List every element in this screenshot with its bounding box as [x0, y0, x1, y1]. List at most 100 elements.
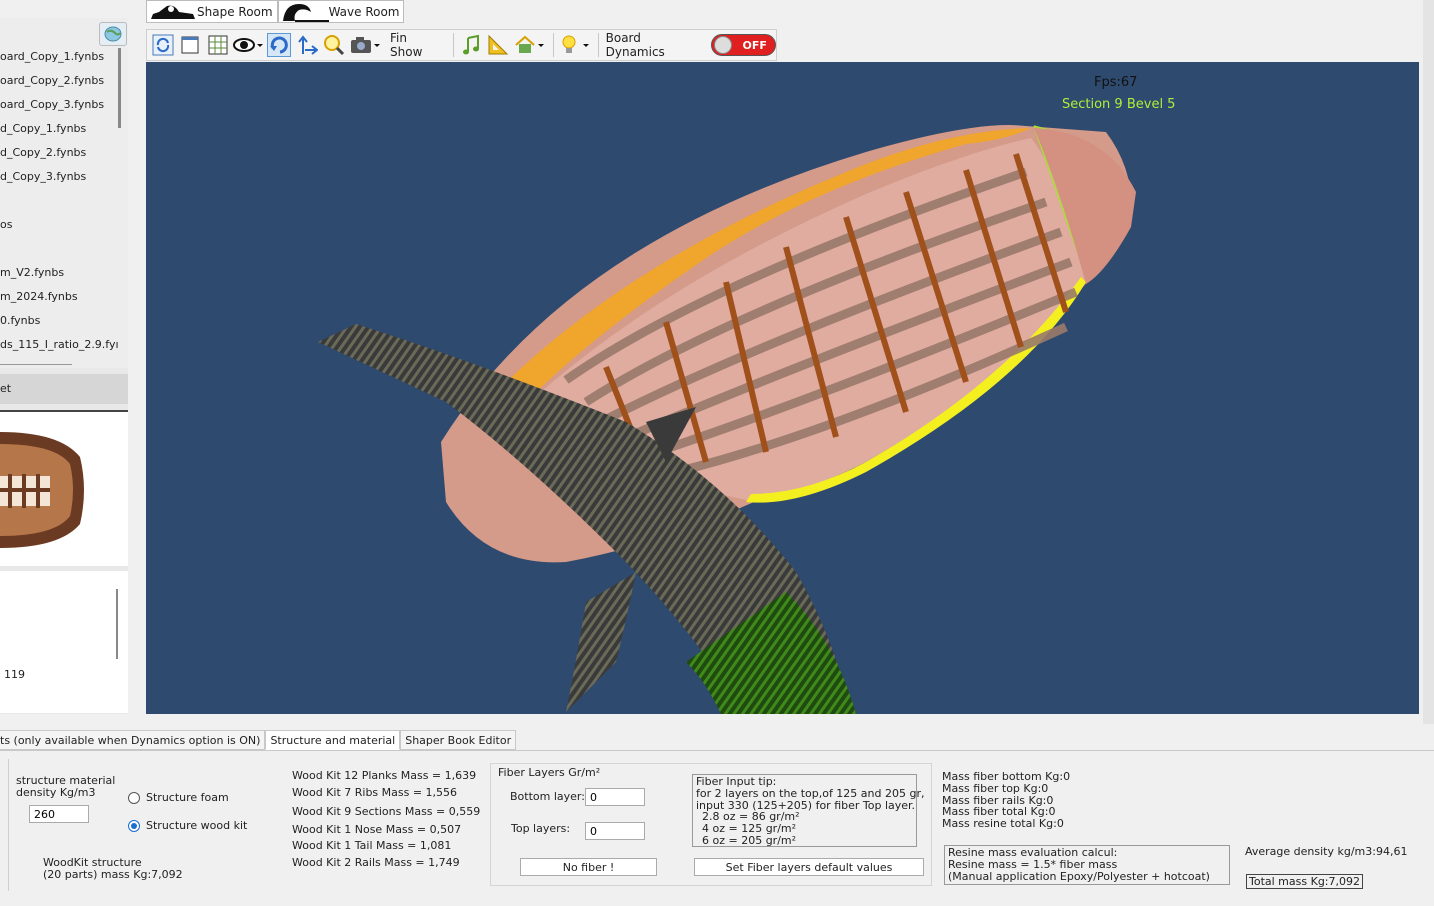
file-list-scrollbar[interactable] — [118, 48, 121, 128]
rotate-icon — [270, 36, 289, 54]
frame-icon — [181, 36, 199, 54]
music-note-icon — [462, 34, 479, 55]
wood-kit-rails: Wood Kit 2 Rails Mass = 1,749 — [292, 856, 460, 869]
structure-wood-label[interactable]: Structure wood kit — [146, 819, 247, 832]
section-bevel-label: Section 9 Bevel 5 — [1062, 97, 1176, 112]
density-label-unit: density Kg/m3 — [16, 786, 96, 799]
set-square-icon — [488, 34, 509, 55]
tab-dynamics-results[interactable]: ts (only available when Dynamics option … — [0, 730, 266, 750]
mass-summary: Mass fiber bottom Kg:0 Mass fiber top Kg… — [942, 771, 1070, 830]
bottom-layer-label: Bottom layer: — [510, 790, 585, 803]
grid-icon — [208, 35, 228, 55]
file-browser-panel: oard_Copy_1.fynbs oard_Copy_2.fynbs oard… — [0, 18, 128, 714]
resine-calc-box: Resine mass evaluation calcul: Resine ma… — [944, 845, 1230, 885]
structure-foam-radio[interactable] — [128, 792, 140, 804]
right-panel-edge — [1423, 0, 1434, 724]
planer-icon — [151, 5, 195, 19]
board-3d-render — [318, 125, 1136, 714]
tip-line: for 2 layers on the top,of 125 and 205 g… — [696, 786, 925, 800]
file-item[interactable]: m_V2.fynbs — [0, 266, 64, 279]
file-item[interactable]: d_Copy_1.fynbs — [0, 122, 86, 135]
wood-kit-sections: Wood Kit 9 Sections Mass = 0,559 — [292, 805, 481, 818]
file-list: oard_Copy_1.fynbs oard_Copy_2.fynbs oard… — [0, 18, 128, 368]
file-item[interactable]: oard_Copy_3.fynbs — [0, 98, 104, 111]
bottom-tabs: ts (only available when Dynamics option … — [0, 730, 517, 750]
bottom-layer-input[interactable] — [585, 788, 645, 806]
globe-button[interactable] — [99, 22, 127, 46]
fps-counter: Fps:67 — [1094, 75, 1138, 90]
toolbar-separator — [597, 33, 599, 57]
preview-section-header[interactable]: et — [0, 374, 128, 404]
grid-button[interactable] — [206, 33, 229, 57]
globe-icon — [104, 26, 122, 42]
resine-line: (Manual application Epoxy/Polyester + ho… — [948, 869, 1210, 883]
file-item[interactable]: m_2024.fynbs — [0, 290, 78, 303]
board-dynamics-label: Board Dynamics — [605, 31, 665, 59]
tab-wave-room[interactable]: Wave Room — [277, 0, 405, 23]
wood-kit-planks: Wood Kit 12 Planks Mass = 1,639 — [292, 769, 477, 782]
view-dropdown[interactable] — [233, 33, 264, 57]
toggle-state-label: OFF — [742, 39, 767, 52]
average-density: Average density kg/m3:94,61 — [1245, 845, 1408, 858]
wood-kit-nose: Wood Kit 1 Nose Mass = 0,507 — [292, 823, 462, 836]
file-item[interactable]: oard_Copy_2.fynbs — [0, 74, 104, 87]
measure-button[interactable] — [486, 33, 509, 57]
structure-material-panel: structure material density Kg/m3 Structu… — [0, 750, 1434, 906]
file-item[interactable]: ds_115_I_ratio_2.9.fyı — [0, 338, 119, 351]
refresh-icon — [152, 34, 174, 56]
tab-wave-room-label: Wave Room — [328, 4, 400, 19]
fiber-layers-title: Fiber Layers Gr/m² — [498, 766, 601, 779]
camera-dropdown[interactable] — [350, 33, 381, 57]
info-value: 119 — [4, 668, 25, 681]
board-dynamics-toggle[interactable]: OFF — [711, 34, 776, 56]
light-dropdown[interactable] — [559, 33, 589, 57]
eye-icon — [233, 38, 264, 52]
wave-icon — [282, 3, 329, 22]
3d-viewport[interactable]: Fps:67 Section 9 Bevel 5 — [146, 62, 1419, 714]
file-item[interactable]: d_Copy_3.fynbs — [0, 170, 86, 183]
preview-section-label: et — [0, 382, 12, 395]
top-layers-input[interactable] — [585, 822, 645, 840]
no-fiber-button[interactable]: No fiber ! — [520, 858, 657, 876]
tab-shape-room-label: Shape Room — [197, 4, 273, 19]
tab-shape-room[interactable]: Shape Room — [146, 0, 278, 23]
structure-foam-label[interactable]: Structure foam — [146, 791, 229, 804]
home-dropdown[interactable] — [514, 33, 544, 57]
file-item[interactable]: oard_Copy_1.fynbs — [0, 50, 104, 63]
zoom-icon — [324, 35, 345, 56]
list-divider — [0, 364, 72, 365]
divider — [8, 759, 9, 891]
set-fiber-defaults-button[interactable]: Set Fiber layers default values — [694, 858, 924, 876]
mass-line: Mass resine total Kg:0 — [942, 817, 1064, 831]
camera-icon — [351, 37, 381, 53]
frame-button[interactable] — [178, 33, 201, 57]
top-layers-label: Top layers: — [511, 822, 571, 835]
file-item[interactable]: 0.fynbs — [0, 314, 40, 327]
woodkit-mass-label: (20 parts) mass Kg:7,092 — [43, 868, 183, 881]
zoom-button[interactable] — [323, 33, 346, 57]
music-button[interactable] — [459, 33, 482, 57]
wood-kit-ribs: Wood Kit 7 Ribs Mass = 1,556 — [292, 786, 458, 799]
move-button[interactable] — [295, 33, 318, 57]
viewport-toolbar: Fin Show Board Dynamics OFF — [146, 29, 777, 61]
room-tabs: Shape Room Wave Room — [146, 0, 405, 23]
board-preview-thumbnail — [0, 410, 128, 566]
board-info-box: 119 — [0, 571, 128, 713]
fin-show-label[interactable]: Fin Show — [390, 31, 442, 59]
density-input[interactable] — [29, 805, 89, 823]
resine-line: Resine mass = 1.5* fiber mass — [948, 857, 1118, 871]
file-item[interactable]: d_Copy_2.fynbs — [0, 146, 86, 159]
tip-line: 6 oz = 205 gr/m² — [702, 833, 797, 847]
wood-kit-tail: Wood Kit 1 Tail Mass = 1,081 — [292, 839, 452, 852]
refresh-button[interactable] — [151, 33, 174, 57]
info-scrollbar[interactable] — [116, 589, 118, 659]
tab-shaper-book-editor[interactable]: Shaper Book Editor — [400, 730, 517, 750]
structure-wood-radio[interactable] — [128, 820, 140, 832]
fiber-input-tip: Fiber Input tip: for 2 layers on the top… — [692, 774, 925, 847]
home-icon — [515, 35, 544, 53]
toolbar-separator — [452, 33, 454, 57]
tab-structure-material[interactable]: Structure and material — [265, 730, 401, 750]
file-item[interactable]: os — [0, 218, 12, 231]
total-mass: Total mass Kg:7,092 — [1246, 874, 1363, 889]
rotate-button[interactable] — [267, 33, 292, 57]
